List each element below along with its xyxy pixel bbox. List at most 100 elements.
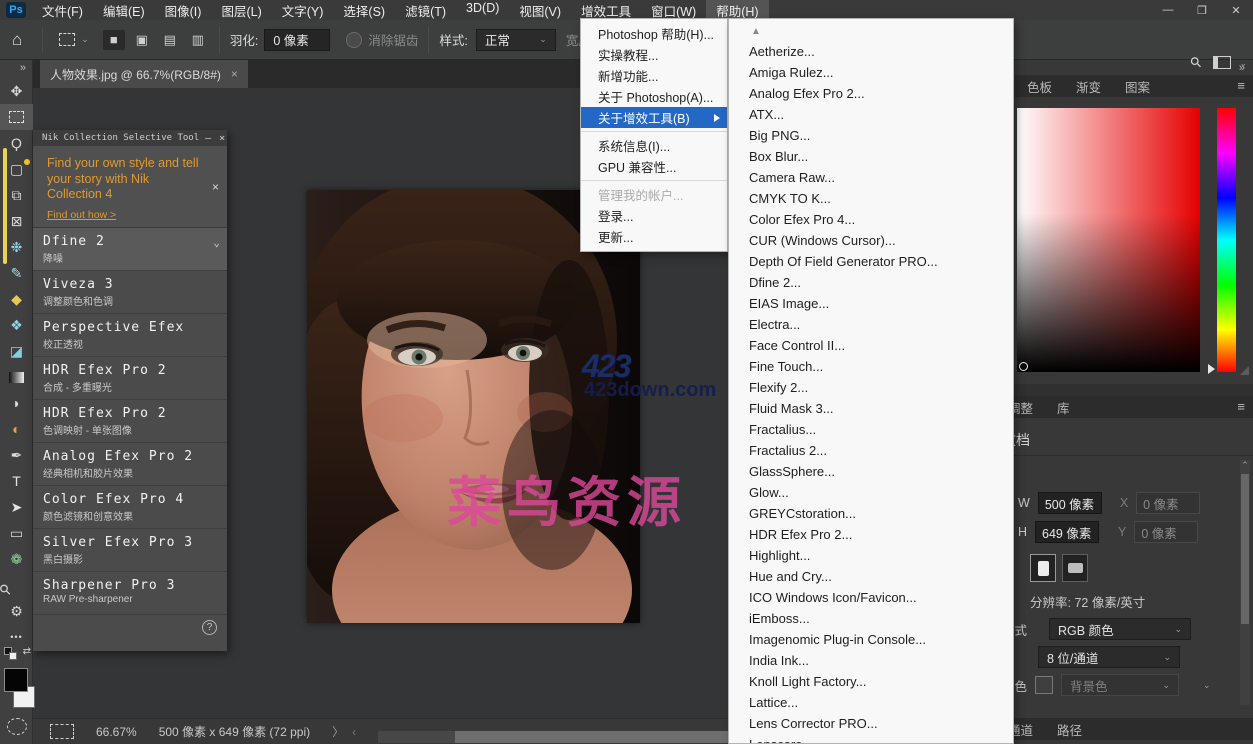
menubar-item[interactable]: 选择(S) [333,0,395,22]
menubar-item[interactable]: 文字(Y) [272,0,334,22]
plugin-menu-item[interactable]: Fractalius... [729,419,1013,440]
nik-panel-header[interactable]: Nik Collection Selective Tool — × [33,130,227,146]
rectangular-marquee-tool[interactable] [0,104,33,130]
plugin-menu-item[interactable]: Amiga Rulez... [729,62,1013,83]
restore-button[interactable]: ❐ [1185,0,1219,20]
submenu-scroll-up[interactable]: ▲ [729,21,1013,41]
nik-tool-item[interactable]: Sharpener Pro 3 RAW Pre-sharpener [33,572,227,615]
close-icon[interactable]: × [217,133,227,144]
workspace-icon[interactable] [1213,56,1231,69]
scroll-left-icon[interactable]: ‹ [352,725,356,739]
pen-tool[interactable]: ✒ [0,442,33,468]
nik-tool-item[interactable]: Viveza 3 调整颜色和色调 [33,271,227,314]
rectangle-tool[interactable]: ▭ [0,520,33,546]
hue-slider[interactable] [1217,108,1236,372]
menubar-item[interactable]: 视图(V) [509,0,571,22]
add-to-selection-icon[interactable]: ▣ [131,30,153,50]
plugin-menu-item[interactable]: Analog Efex Pro 2... [729,83,1013,104]
help-menu-item[interactable]: 新增功能... [581,65,727,86]
plugin-menu-item[interactable]: CUR (Windows Cursor)... [729,230,1013,251]
panel-tab[interactable]: 图案 [1113,75,1162,97]
panel-tab[interactable]: 渐变 [1064,75,1113,97]
panel-tab[interactable]: 路径 [1045,718,1094,740]
orientation-landscape-button[interactable] [1062,554,1088,582]
menubar-item[interactable]: 图层(L) [211,0,271,22]
plugin-menu-item[interactable]: Highlight... [729,545,1013,566]
orientation-portrait-button[interactable] [1030,554,1056,582]
help-menu-item[interactable]: 实操教程... [581,44,727,65]
chevron-down-icon[interactable]: ⌄ [1239,58,1247,69]
vertical-scrollbar[interactable]: ⌃ [1240,460,1250,705]
plugin-menu-item[interactable]: Glow... [729,482,1013,503]
dodge-tool[interactable]: ◐ [0,416,33,442]
nik-tool-item[interactable]: HDR Efex Pro 2 合成 - 多重曝光 [33,357,227,400]
menubar-item[interactable]: 文件(F) [32,0,93,22]
intersect-selection-icon[interactable]: ▥ [187,30,209,50]
plugin-menu-item[interactable]: Dfine 2... [729,272,1013,293]
color-picker-cursor[interactable] [1019,362,1028,371]
style-select[interactable]: 正常 ⌄ [476,29,556,51]
plugin-menu-item[interactable]: Hue and Cry... [729,566,1013,587]
plugin-menu-item[interactable]: ATX... [729,104,1013,125]
panel-menu-icon[interactable]: ≡ [1237,78,1245,93]
plugin-menu-item[interactable]: GlassSphere... [729,461,1013,482]
zoom-level[interactable]: 66.67% [96,725,137,739]
hue-slider-marker[interactable] [1208,364,1215,374]
plugin-menu-item[interactable]: Camera Raw... [729,167,1013,188]
plugin-menu-item[interactable]: Knoll Light Factory... [729,671,1013,692]
settings-gear-icon[interactable]: ⚙ [0,598,33,624]
plugin-menu-item[interactable]: Lenscare... [729,734,1013,744]
eraser-tool[interactable]: ◪ [0,338,33,364]
menubar-item[interactable]: 滤镜(T) [395,0,456,22]
toolbar-expand-icon[interactable]: » [0,60,32,78]
close-tab-icon[interactable]: × [231,67,238,81]
swap-colors-icon[interactable]: ⇄ [2,646,32,662]
document-tab[interactable]: 人物效果.jpg @ 66.7%(RGB/8#) × [40,60,248,88]
plugin-menu-item[interactable]: Fractalius 2... [729,440,1013,461]
plugin-menu-item[interactable]: India Ink... [729,650,1013,671]
canvas-color-checkbox[interactable] [1035,676,1053,694]
plugin-menu-item[interactable]: Lattice... [729,692,1013,713]
blur-tool[interactable]: ◗ [0,390,33,416]
nik-tool-item[interactable]: Perspective Efex 校正透视 [33,314,227,357]
plugin-menu-item[interactable]: Aetherize... [729,41,1013,62]
plugin-menu-item[interactable]: Fluid Mask 3... [729,398,1013,419]
plugin-menu-item[interactable]: CMYK TO K... [729,188,1013,209]
type-tool[interactable]: T [0,468,33,494]
foreground-color-swatch[interactable] [4,668,28,692]
plugin-menu-item[interactable]: Color Efex Pro 4... [729,209,1013,230]
nik-tool-item[interactable]: Color Efex Pro 4 颜色滤镜和创意效果 [33,486,227,529]
menubar-item[interactable]: 图像(I) [155,0,212,22]
plugin-menu-item[interactable]: Imagenomic Plug-in Console... [729,629,1013,650]
plugin-menu-item[interactable]: iEmboss... [729,608,1013,629]
menubar-item[interactable]: 3D(D) [456,0,509,22]
minimize-icon[interactable]: — [203,133,213,144]
help-menu-item[interactable]: 登录... [581,205,727,226]
plugin-menu-item[interactable]: Face Control II... [729,335,1013,356]
quick-mask-icon[interactable] [7,718,27,735]
plugin-menu-item[interactable]: GREYCstoration... [729,503,1013,524]
marquee-preset-icon[interactable] [59,33,75,46]
menubar-item[interactable]: 编辑(E) [93,0,155,22]
help-menu-item[interactable]: Photoshop 帮助(H)... [581,23,727,44]
minimize-button[interactable]: — [1151,0,1185,20]
plugin-menu-item[interactable]: Lens Corrector PRO... [729,713,1013,734]
width-field[interactable]: 500 像素 [1038,492,1102,514]
height-field[interactable]: 649 像素 [1035,521,1099,543]
plugin-menu-item[interactable]: Depth Of Field Generator PRO... [729,251,1013,272]
panel-menu-icon[interactable]: ≡ [1237,399,1245,414]
plugin-menu-item[interactable]: Box Blur... [729,146,1013,167]
saturation-brightness-picker[interactable] [1017,108,1200,372]
plugin-menu-item[interactable]: Flexify 2... [729,377,1013,398]
plugin-menu-item[interactable]: Electra... [729,314,1013,335]
scroll-down-icon[interactable]: ⌄ [1203,680,1211,691]
plugin-menu-item[interactable]: ICO Windows Icon/Favicon... [729,587,1013,608]
move-tool[interactable]: ✥ [0,78,33,104]
plugin-menu-item[interactable]: EIAS Image... [729,293,1013,314]
x-field[interactable]: 0 像素 [1136,492,1200,514]
status-chevron-icon[interactable]: 〉 [332,723,344,740]
plugin-menu-item[interactable]: HDR Efex Pro 2... [729,524,1013,545]
history-brush-tool[interactable]: ❖ [0,312,33,338]
new-selection-icon[interactable]: ■ [103,30,125,50]
feather-input[interactable]: 0 像素 [264,29,330,51]
